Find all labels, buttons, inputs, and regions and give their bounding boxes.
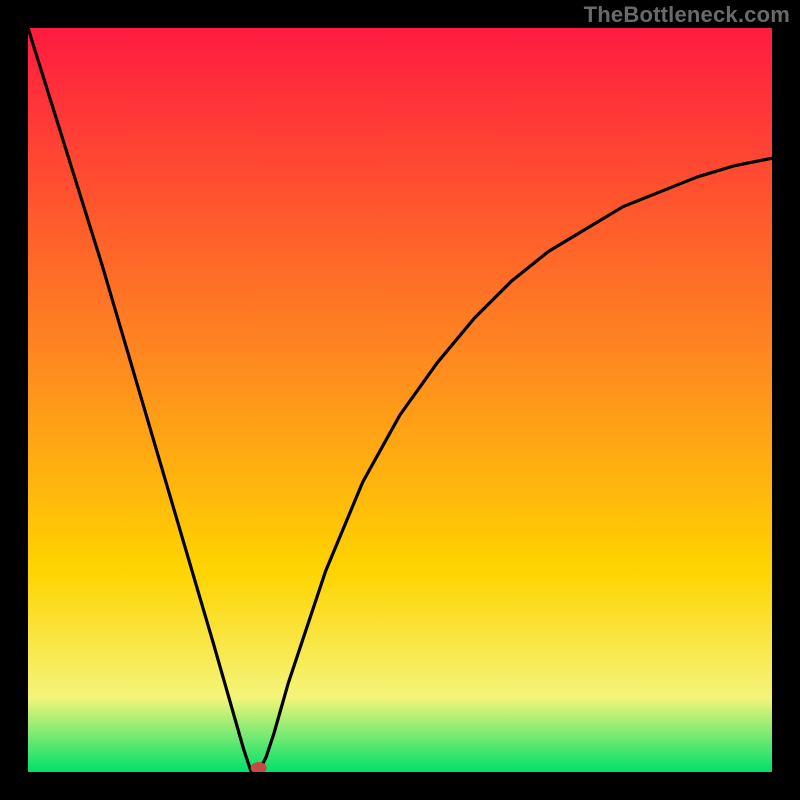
chart-frame: TheBottleneck.com [0,0,800,800]
watermark-text: TheBottleneck.com [584,2,790,28]
plot-area [28,28,772,772]
bottleneck-plot-svg [28,28,772,772]
gradient-background [28,28,772,772]
